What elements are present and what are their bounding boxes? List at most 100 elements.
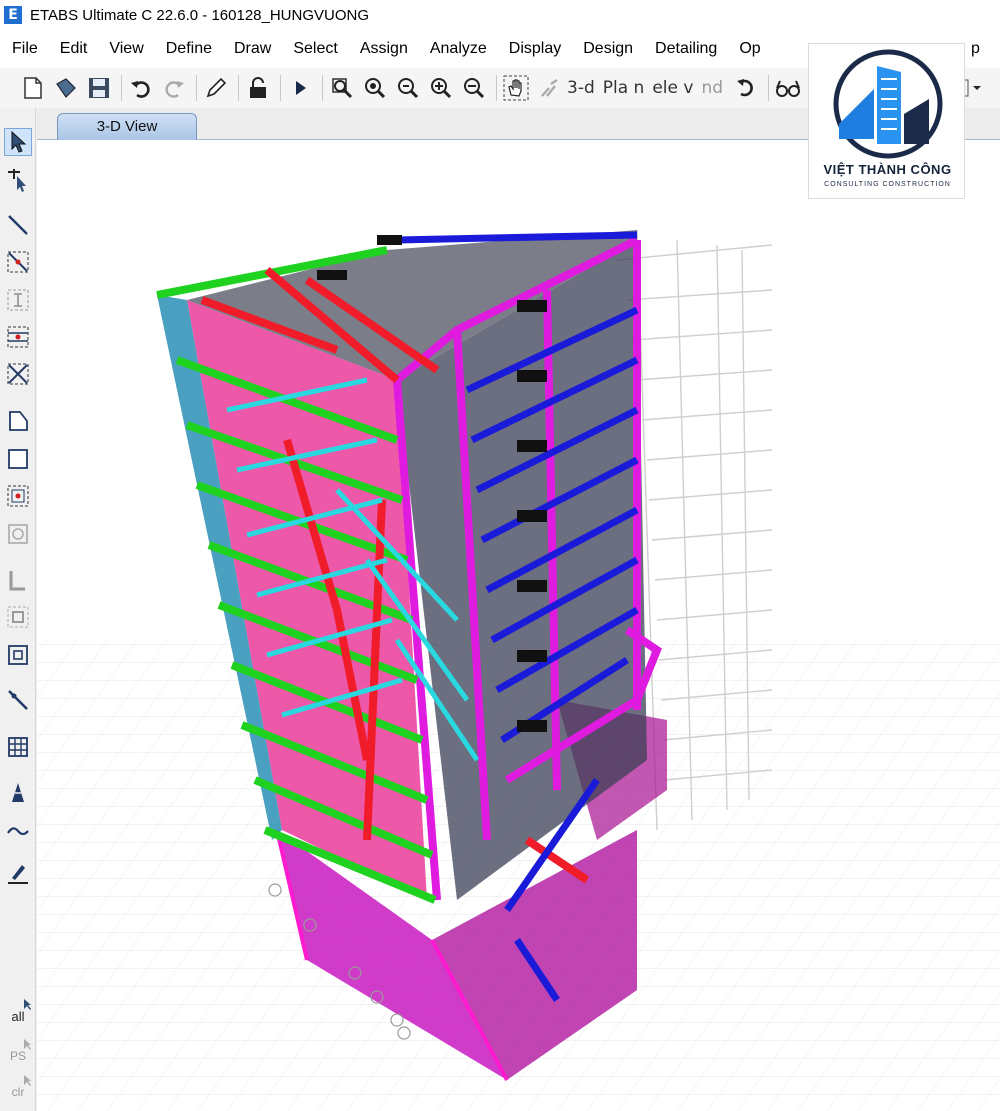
draw-secondary-beam-button[interactable] [4, 323, 32, 351]
open-button[interactable] [51, 73, 81, 103]
draw-wall-button[interactable] [4, 566, 32, 594]
nd-view-button[interactable]: nd [701, 78, 723, 98]
building-3d-model[interactable] [37, 140, 1000, 1111]
undo-button[interactable] [126, 73, 156, 103]
toolbar-separator [496, 75, 497, 101]
run-analysis-button[interactable] [285, 73, 315, 103]
draw-brace-button[interactable] [4, 360, 32, 388]
menu-options[interactable]: Op [728, 30, 771, 68]
draw-strip-button[interactable] [4, 860, 32, 888]
pan-hand-icon [503, 75, 529, 101]
secondary-beam-icon [7, 326, 29, 348]
reshape-button[interactable] [4, 166, 32, 194]
menu-design[interactable]: Design [572, 30, 644, 68]
toolbar-separator [196, 75, 197, 101]
pointer-arrow-icon [11, 130, 27, 153]
window-title: ETABS Ultimate C 22.6.0 - 160128_HUNGVUO… [30, 6, 370, 24]
toolbar-separator [322, 75, 323, 101]
draw-pen-button[interactable] [201, 73, 231, 103]
menu-edit[interactable]: Edit [49, 30, 99, 68]
menu-select[interactable]: Select [282, 30, 348, 68]
lock-icon [250, 77, 266, 98]
pencil-icon [206, 77, 227, 98]
quick-draw-floor-button[interactable] [4, 482, 32, 510]
undo-icon [131, 81, 150, 98]
draw-line-button[interactable] [4, 211, 32, 239]
draw-beam-region-button[interactable] [4, 248, 32, 276]
redo-icon [165, 81, 184, 98]
logo-company-name: VIỆT THÀNH CÔNG [823, 162, 952, 177]
menu-assign[interactable]: Assign [349, 30, 419, 68]
new-file-icon [24, 77, 42, 99]
draw-column-button[interactable] [4, 286, 32, 314]
reshape-icon [8, 169, 26, 192]
rotate-3d-button[interactable] [731, 73, 761, 103]
wall-opening-icon [8, 645, 28, 665]
draw-rect-floor-button[interactable] [4, 445, 32, 473]
title-bar: E ETABS Ultimate C 22.6.0 - 160128_HUNGV… [0, 0, 1000, 30]
play-icon [296, 81, 306, 95]
draw-dimension-button[interactable] [4, 779, 32, 807]
draw-tendon-button[interactable] [4, 817, 32, 845]
new-model-button[interactable] [18, 73, 48, 103]
draw-link-button[interactable] [4, 686, 32, 714]
grid-icon [8, 737, 28, 757]
quick-area-icon [7, 485, 29, 507]
zoom-window-button[interactable] [327, 73, 357, 103]
zoom-extents-icon [365, 78, 386, 99]
beam-region-icon [7, 251, 29, 273]
link-icon [8, 690, 28, 710]
zoom-in-icon [431, 78, 452, 99]
viet-thanh-cong-logo: VIỆT THÀNH CÔNG CONSULTING CONSTRUCTION [808, 43, 965, 199]
open-file-icon [56, 78, 76, 98]
wall-icon [9, 571, 25, 591]
menu-draw[interactable]: Draw [223, 30, 282, 68]
line-icon [8, 215, 28, 235]
menu-display[interactable]: Display [498, 30, 572, 68]
rotate-icon [737, 79, 753, 97]
lock-button[interactable] [243, 73, 273, 103]
menu-define[interactable]: Define [155, 30, 223, 68]
menu-view[interactable]: View [98, 30, 154, 68]
quick-wall-icon [7, 606, 29, 628]
draw-grid-button[interactable] [4, 733, 32, 761]
tower-icon [12, 783, 24, 802]
elevation-view-button[interactable]: ele v [652, 78, 693, 98]
left-toolbar: all PS clr [0, 108, 36, 1111]
perspective-toggle-button[interactable] [773, 73, 803, 103]
draw-floor-button[interactable] [4, 407, 32, 435]
menu-analyze[interactable]: Analyze [419, 30, 498, 68]
company-emblem-icon [833, 49, 943, 159]
save-icon [89, 78, 109, 98]
column-icon [7, 289, 29, 311]
tab-3d-view[interactable]: 3-D View [57, 113, 197, 140]
pan-button[interactable] [501, 73, 531, 103]
pointer-select-button[interactable] [4, 128, 32, 156]
tendon-wave-icon [7, 827, 29, 836]
menu-file[interactable]: File [0, 30, 49, 68]
menu-detailing[interactable]: Detailing [644, 30, 728, 68]
cursor-small-icon [24, 999, 31, 1010]
draw-opening-button[interactable] [4, 520, 32, 548]
zoom-out-icon [464, 78, 485, 99]
rectangle-area-icon [8, 449, 28, 469]
zoom-extents-button[interactable] [360, 73, 390, 103]
rubber-band-button[interactable] [534, 73, 564, 103]
clear-selection-button[interactable]: clr [4, 1074, 32, 1102]
draw-wall-opening-button[interactable] [4, 641, 32, 669]
save-button[interactable] [84, 73, 114, 103]
zoom-out-button[interactable] [459, 73, 489, 103]
plan-view-button[interactable]: Pla n [603, 78, 645, 98]
toolbar-separator [768, 75, 770, 101]
zoom-in-button[interactable] [426, 73, 456, 103]
etabs-app-icon: E [4, 6, 22, 24]
polygon-area-icon [9, 411, 28, 431]
quick-draw-wall-button[interactable] [4, 603, 32, 631]
redo-button[interactable] [159, 73, 189, 103]
previous-selection-button[interactable]: PS [4, 1038, 32, 1066]
select-all-button[interactable]: all [4, 998, 32, 1026]
3d-view-button[interactable]: 3-d [567, 78, 595, 98]
model-3d-viewport[interactable] [37, 140, 1000, 1111]
toolbar-separator [121, 75, 122, 101]
zoom-previous-button[interactable] [393, 73, 423, 103]
